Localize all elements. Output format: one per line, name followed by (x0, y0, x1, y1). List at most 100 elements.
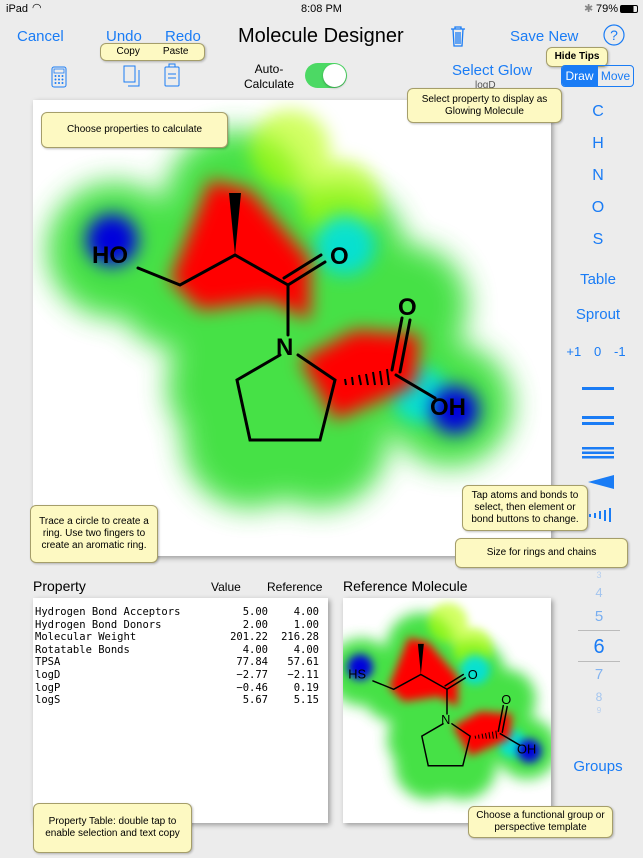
battery-percent: 79% (596, 3, 619, 15)
bluetooth-icon: ✱ (584, 3, 594, 15)
cell-value: −0.46 (236, 681, 268, 694)
double-bond-button[interactable] (582, 416, 614, 425)
ring-trace-tip: Trace a circle to create a ring. Use two… (30, 505, 158, 563)
battery-icon (620, 5, 638, 13)
atom-label-o2[interactable]: O (398, 294, 417, 321)
element-s-button[interactable]: S (570, 231, 626, 249)
calculator-icon[interactable] (51, 66, 67, 88)
wedge-bond-button[interactable] (588, 475, 614, 489)
cell-value: 4.00 (242, 643, 268, 656)
atom-label-oh[interactable]: OH (430, 394, 466, 421)
cell-name: logP (35, 681, 61, 694)
atom-label-ho[interactable]: HO (92, 242, 128, 269)
auto-calculate-label: Auto- Calculate (244, 62, 295, 91)
cancel-button[interactable]: Cancel (17, 28, 64, 45)
reference-molecule-view[interactable]: HS O N O OH (343, 598, 551, 823)
hide-tips-button[interactable]: Hide Tips (546, 47, 608, 67)
atom-label-o1[interactable]: O (330, 243, 349, 270)
ring-size-option[interactable]: 9 (578, 706, 620, 716)
cell-name: Molecular Weight (35, 631, 137, 644)
cell-value: 77.84 (236, 656, 268, 669)
cell-value: 5.00 (242, 606, 268, 618)
ref-atom-label-o1: O (468, 667, 478, 682)
element-h-button[interactable]: H (570, 135, 626, 153)
cell-name: Hydrogen Bond Acceptors (35, 606, 181, 618)
trash-icon[interactable] (449, 25, 467, 47)
cell-ref: −2.11 (287, 668, 319, 681)
select-glow-tip: Select property to display as Glowing Mo… (407, 88, 562, 123)
reference-glowing-molecule: HS O N O OH (343, 598, 551, 823)
cell-name: logD (35, 668, 61, 681)
choose-properties-tip: Choose properties to calculate (41, 112, 228, 148)
reference-molecule-title: Reference Molecule (343, 578, 468, 594)
save-new-button[interactable]: Save New (510, 28, 578, 45)
triple-bond-button[interactable] (582, 447, 614, 459)
cell-ref: 216.28 (281, 631, 319, 644)
element-c-button[interactable]: C (570, 103, 626, 121)
ref-atom-label-oh: OH (517, 741, 536, 756)
table-row: Molecular Weight 201.22 216.28 (35, 631, 328, 644)
copy-label[interactable]: Copy (117, 46, 140, 58)
cell-name: Hydrogen Bond Donors (35, 618, 162, 631)
sprout-button[interactable]: Sprout (570, 306, 626, 323)
table-row: logP −0.46 0.19 (35, 682, 328, 695)
copy-paste-tip: Copy Paste (100, 43, 205, 61)
ring-size-option[interactable]: 8 (578, 688, 620, 706)
ring-size-option[interactable]: 5 (578, 604, 620, 630)
cell-name: TPSA (35, 656, 61, 669)
device-label: iPad (6, 3, 29, 15)
ref-atom-label-o2: O (501, 692, 511, 707)
property-table[interactable]: Hydrogen Bond Acceptors 5.00 4.00 Hydrogen … (33, 598, 328, 823)
charge-minus-button[interactable]: -1 (614, 344, 626, 359)
cell-ref: 4.00 (293, 643, 319, 656)
cell-ref: 0.19 (293, 681, 319, 694)
charge-zero-button[interactable]: 0 (594, 344, 601, 359)
element-n-button[interactable]: N (570, 167, 626, 185)
property-table-tip: Property Table: double tap to enable sel… (33, 803, 192, 853)
table-row: logD −2.77 −2.11 (35, 669, 328, 682)
select-atoms-tip: Tap atoms and bonds to select, then elem… (462, 485, 588, 531)
charge-buttons: +1 0 -1 (560, 344, 632, 359)
paste-label[interactable]: Paste (163, 46, 189, 58)
table-row: Rotatable Bonds 4.00 4.00 (35, 644, 328, 657)
wifi-icon: ◠ (32, 2, 42, 14)
element-o-button[interactable]: O (570, 199, 626, 217)
cell-name: Rotatable Bonds (35, 643, 130, 656)
cell-ref: 57.61 (287, 656, 319, 669)
groups-button[interactable]: Groups (566, 758, 630, 775)
cell-ref: 5.15 (293, 694, 319, 707)
reference-header: Reference (267, 580, 323, 594)
paste-icon[interactable] (164, 63, 180, 87)
status-bar: iPad ◠ 8:08 PM ✱ 79% (0, 0, 643, 18)
cell-name: logS (35, 694, 61, 707)
table-row: Hydrogen Bond Donors 2.00 1.00 (35, 619, 328, 632)
ring-size-option[interactable]: 4 (578, 582, 620, 604)
draw-move-segmented: Draw Move (561, 65, 634, 87)
ring-size-option[interactable]: 3 (578, 570, 620, 582)
select-glow-button[interactable]: Select Glow (452, 62, 532, 79)
ring-size-selected[interactable]: 6 (578, 630, 620, 662)
help-icon[interactable]: ? (603, 24, 625, 46)
draw-segment[interactable]: Draw (562, 66, 597, 86)
page-title: Molecule Designer (238, 25, 404, 47)
cell-value: 5.67 (242, 694, 268, 707)
cell-ref: 4.00 (293, 606, 319, 618)
ring-size-option[interactable]: 7 (578, 662, 620, 688)
move-segment[interactable]: Move (597, 66, 633, 86)
atom-label-n[interactable]: N (276, 334, 293, 361)
ref-atom-label-n: N (441, 712, 450, 727)
auto-calculate-toggle[interactable] (305, 63, 347, 88)
hash-bond-button[interactable] (588, 506, 614, 524)
copy-icon[interactable] (123, 64, 141, 88)
property-header: Property (33, 578, 86, 594)
value-header: Value (211, 580, 241, 594)
table-row: Hydrogen Bond Acceptors 5.00 4.00 (35, 606, 328, 619)
periodic-table-button[interactable]: Table (570, 271, 626, 288)
table-row: TPSA 77.84 57.61 (35, 656, 328, 669)
single-bond-button[interactable] (582, 387, 614, 390)
ref-atom-label-hs: HS (348, 666, 366, 681)
clock: 8:08 PM (301, 3, 342, 15)
charge-plus-button[interactable]: +1 (566, 344, 581, 359)
ring-size-picker[interactable]: 3 4 5 6 7 8 9 (578, 570, 620, 716)
groups-tip: Choose a functional group or perspective… (468, 806, 613, 838)
